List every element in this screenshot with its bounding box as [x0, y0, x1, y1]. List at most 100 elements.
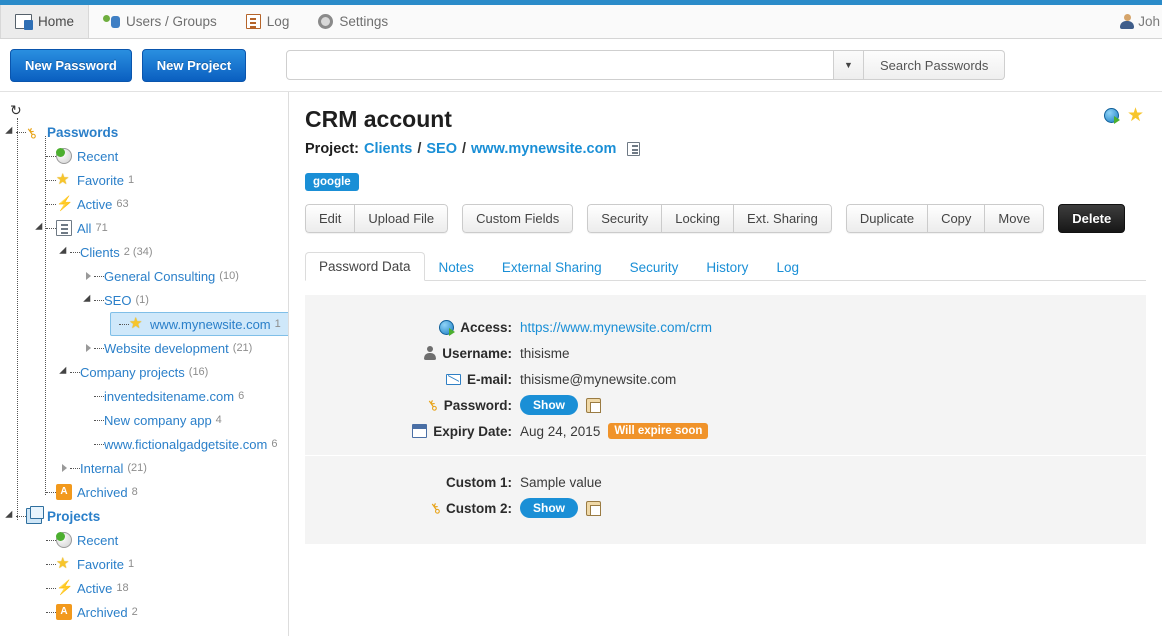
tree-dash	[70, 371, 80, 373]
tab-log[interactable]: Log	[762, 253, 813, 281]
sidebar-item[interactable]: ★ Favorite 1	[38, 168, 134, 192]
chevron-down-icon[interactable]	[59, 246, 70, 258]
tree-dash	[94, 299, 104, 301]
breadcrumb-item-clients[interactable]: Clients	[364, 141, 412, 157]
sidebar-item-label: Company projects	[80, 364, 185, 380]
refresh-icon[interactable]: ↻	[10, 102, 26, 118]
locking-button[interactable]: Locking	[661, 204, 734, 233]
field-value: Sample value	[520, 475, 602, 490]
sidebar-item[interactable]: Website development (21)	[86, 336, 252, 360]
action-group-security: Security Locking Ext. Sharing	[587, 204, 832, 233]
field-label: Custom 2:	[445, 500, 512, 516]
sidebar-item[interactable]: Internal (21)	[62, 456, 147, 480]
nav-item-settings[interactable]: Settings	[304, 5, 403, 38]
sidebar-item[interactable]: All 71	[35, 216, 108, 240]
calendar-icon	[412, 424, 428, 438]
new-project-button[interactable]: New Project	[141, 48, 247, 82]
field-row: ⚷ Password: Show	[305, 393, 1146, 417]
sidebar-item[interactable]: New company app 4	[86, 408, 222, 432]
security-button[interactable]: Security	[587, 204, 662, 233]
tab-password-data[interactable]: Password Data	[305, 252, 425, 281]
chevron-down-icon[interactable]	[5, 510, 16, 522]
show-button[interactable]: Show	[520, 498, 578, 518]
sidebar-item[interactable]: A Archived 8	[38, 480, 138, 504]
status-badge: Will expire soon	[608, 423, 709, 439]
field-value: Show	[520, 498, 601, 518]
chevron-down-icon[interactable]	[35, 222, 46, 234]
field-row: E-mail: thisisme@mynewsite.com	[305, 367, 1146, 391]
tab-security[interactable]: Security	[616, 253, 693, 281]
sidebar-item-count: (10)	[219, 270, 239, 282]
sidebar-item[interactable]: Company projects (16)	[59, 360, 208, 384]
sidebar-item-count: 2 (34)	[123, 246, 153, 258]
breadcrumb-item-seo[interactable]: SEO	[426, 141, 457, 157]
field-label: E-mail:	[466, 371, 512, 387]
field-label-wrap: ⚷ Password:	[305, 396, 520, 415]
ext-sharing-button[interactable]: Ext. Sharing	[733, 204, 832, 233]
tab-external-sharing[interactable]: External Sharing	[488, 253, 616, 281]
nav-label-users-groups: Users / Groups	[126, 14, 217, 29]
sidebar-item-label: Clients	[80, 244, 120, 260]
key-icon: ⚷	[426, 498, 444, 518]
sidebar-item[interactable]: Clients 2 (34)	[59, 240, 153, 264]
tab-notes[interactable]: Notes	[425, 253, 488, 281]
chevron-right-icon[interactable]	[62, 464, 67, 472]
show-button[interactable]: Show	[520, 395, 578, 415]
tab-history[interactable]: History	[692, 253, 762, 281]
page-title: CRM account	[305, 106, 452, 132]
sidebar-item[interactable]: inventedsitename.com 6	[86, 384, 244, 408]
sidebar-item-selected[interactable]: ★ www.mynewsite.com 1	[110, 312, 288, 336]
field-row: Custom 1: Sample value	[305, 470, 1146, 494]
sidebar-item[interactable]: Recent	[38, 528, 118, 552]
sidebar-item[interactable]: www.fictionalgadgetsite.com 6	[86, 432, 277, 456]
breadcrumb-item-site[interactable]: www.mynewsite.com	[471, 141, 616, 157]
nav-item-users-groups[interactable]: Users / Groups	[89, 5, 232, 38]
chevron-down-icon[interactable]: ▼	[834, 50, 864, 80]
breadcrumb-separator: /	[462, 141, 467, 157]
list-icon[interactable]	[627, 142, 641, 156]
user-menu[interactable]: Joh	[1120, 5, 1162, 38]
delete-button[interactable]: Delete	[1058, 204, 1126, 233]
upload-file-button[interactable]: Upload File	[354, 204, 449, 233]
sidebar-tree-nodes: ⚷ Passwords Recent ★ Favorite 1 ⚡ Active 63 All 71…	[0, 120, 288, 624]
breadcrumb-separator: /	[417, 141, 422, 157]
copy-icon[interactable]	[586, 500, 601, 516]
chevron-down-icon[interactable]	[5, 126, 16, 138]
chevron-down-icon[interactable]	[83, 294, 94, 306]
chevron-right-icon[interactable]	[86, 344, 91, 352]
nav-item-home[interactable]: Home	[0, 5, 90, 38]
sidebar-item-label: www.mynewsite.com	[150, 316, 271, 332]
tag-google[interactable]: google	[305, 173, 359, 191]
sidebar-item[interactable]: SEO (1)	[83, 288, 149, 312]
sidebar-item[interactable]: ★ Favorite 1	[38, 552, 134, 576]
sidebar-group-projects[interactable]: Projects	[0, 504, 288, 528]
nav-label-home: Home	[38, 14, 75, 29]
copy-icon[interactable]	[586, 397, 601, 413]
sidebar-item[interactable]: ⚡ Active 63	[38, 192, 129, 216]
star-icon: ★	[56, 171, 70, 188]
favorite-star-icon[interactable]: ★	[1127, 106, 1144, 125]
sidebar-item[interactable]: Recent	[38, 144, 118, 168]
copy-button[interactable]: Copy	[927, 204, 985, 233]
globe-go-icon[interactable]	[1103, 108, 1120, 124]
chevron-down-icon[interactable]	[59, 366, 70, 378]
nav-item-log[interactable]: Log	[232, 5, 305, 38]
tree-guide-line	[17, 118, 18, 520]
custom-fields-button[interactable]: Custom Fields	[462, 204, 574, 233]
new-password-button[interactable]: New Password	[10, 48, 132, 82]
field-link[interactable]: https://www.mynewsite.com/crm	[520, 320, 712, 335]
search-input[interactable]	[286, 50, 834, 80]
field-text: thisisme@mynewsite.com	[520, 371, 677, 387]
move-button[interactable]: Move	[984, 204, 1045, 233]
sidebar-item[interactable]: ⚡ Active 18	[38, 576, 129, 600]
item-actions: Edit Upload File Custom Fields Security …	[305, 204, 1146, 233]
sidebar-item[interactable]: General Consulting (10)	[86, 264, 239, 288]
sidebar-item[interactable]: A Archived 2	[38, 600, 138, 624]
search-passwords-button[interactable]: Search Passwords	[864, 50, 1006, 80]
duplicate-button[interactable]: Duplicate	[845, 204, 928, 233]
edit-button[interactable]: Edit	[305, 204, 355, 233]
sidebar-group-passwords[interactable]: ⚷ Passwords	[0, 120, 288, 144]
log-icon	[245, 14, 261, 29]
chevron-right-icon[interactable]	[86, 272, 91, 280]
archive-icon: A	[56, 604, 72, 620]
